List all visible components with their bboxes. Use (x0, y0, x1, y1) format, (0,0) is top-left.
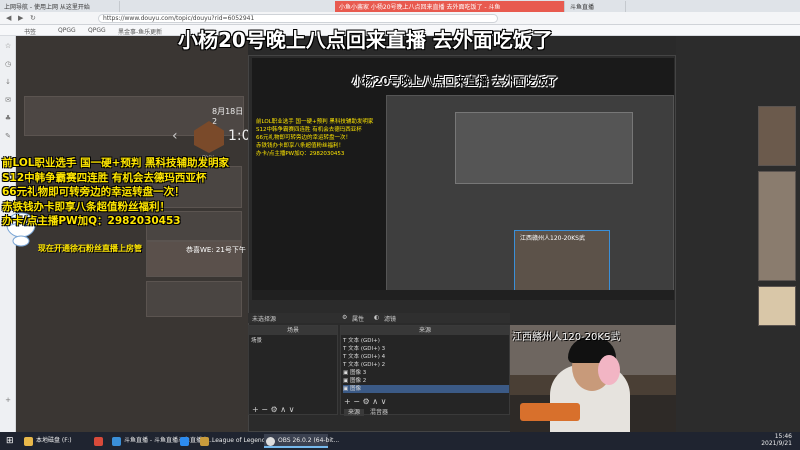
anchor-card[interactable] (146, 281, 242, 317)
tab-douyu[interactable]: 斗鱼直播 (566, 1, 626, 12)
source-label: 文本 (GDI+) 4 (348, 354, 386, 360)
source-label: 图像 3 (349, 370, 367, 376)
app-icon (94, 437, 103, 446)
taskbar-item-explorer[interactable]: 本地磁盘 (F:) (22, 434, 82, 448)
webcam-label: 江西赣州人120-20KS武 (512, 332, 621, 343)
taskbar-item-lol[interactable]: League of Legends (198, 434, 269, 448)
tab-douyu-stream[interactable]: 小鱼小酱家 小杨20号晚上八点回来直播 去外面吃饭了 - 斗鱼 (335, 1, 565, 12)
stream-title-overlay: 小杨20号晚上八点回来直播 去外面吃饭了 (178, 28, 553, 52)
bookmark-item[interactable]: 书签 (24, 27, 36, 36)
source-label: 图像 2 (349, 378, 367, 384)
taskbar-label: League of Legends (212, 437, 269, 444)
promo-line: 66元礼物即可转旁边的幸运转盘一次！ (2, 186, 185, 198)
image-icon: ▣ (343, 370, 350, 376)
taskbar-item-app[interactable] (92, 434, 108, 448)
browser-icon (112, 437, 121, 446)
source-tools[interactable]: + − ⚙ ∧ ∨ (344, 398, 386, 406)
prev-arrow-icon[interactable]: ‹ (172, 128, 178, 144)
clock[interactable]: 15:46 2021/9/21 (761, 433, 792, 447)
sources-header: 来源 (341, 326, 509, 335)
no-source-label: 未选择源 (252, 316, 277, 323)
headphones-icon (598, 355, 620, 385)
add-icon[interactable]: + (4, 396, 12, 404)
folder-icon (24, 437, 33, 446)
keyboard-icon (520, 403, 580, 421)
source-item-selected[interactable]: ▣ 图像 (343, 385, 509, 393)
forward-icon[interactable]: ▶ (18, 14, 23, 22)
source-item[interactable]: T 文本 (GDI+) (343, 337, 380, 345)
source-item[interactable]: ▣ 图像 3 (343, 369, 366, 377)
windows-start-icon[interactable]: ⊞ (6, 436, 14, 446)
douyu-left-panel: 8月18日 2 DYX ‹ 1:0 恭喜WE: 21号下午 (16, 36, 251, 432)
sources-panel: 来源 T 文本 (GDI+) T 文本 (GDI+) 3 T 文本 (GDI+)… (340, 325, 510, 415)
nested-inner-screen (455, 112, 633, 184)
source-item[interactable]: T 文本 (GDI+) 4 (343, 353, 385, 361)
source-label: 图像 (349, 386, 361, 392)
clock-time: 15:46 (774, 433, 792, 440)
nested-title: 小杨20号晚上八点回来直播 去外面吃饭了 (352, 75, 559, 88)
scenes-panel: 场景 场景 + − ⚙ ∧ ∨ (248, 325, 338, 415)
promo-small-text: 现在开通徐石粉丝直播上房管 (38, 244, 142, 253)
taskbar-item-browser[interactable]: 斗鱼直播 - 斗鱼直播斗鱼直播中... (110, 434, 214, 448)
source-label: 文本 (GDI+) 2 (348, 362, 386, 368)
windows-taskbar: ⊞ 本地磁盘 (F:) 斗鱼直播 - 斗鱼直播斗鱼直播中... League o… (0, 432, 800, 450)
source-item[interactable]: T 文本 (GDI+) 3 (343, 345, 385, 353)
back-icon[interactable]: ◀ (6, 14, 11, 22)
history-icon[interactable]: ◷ (4, 60, 12, 68)
promo-line: S12中韩争霸赛四连胜 有机会去德玛西亚杯 (2, 171, 207, 184)
nested-webcam-label: 江西赣州人120-20KS武 (520, 235, 585, 242)
gear-icon[interactable]: ⚙ (342, 314, 347, 321)
taskbar-item-obs[interactable]: OBS 26.0.2 (64-bit... (264, 434, 339, 448)
url-input[interactable]: https://www.douyu.com/topic/douyu?rid=60… (98, 14, 498, 23)
refresh-icon[interactable]: ↻ (30, 14, 36, 22)
clock-date: 2021/9/21 (761, 440, 792, 447)
scene-tools[interactable]: + − ⚙ ∧ ∨ (252, 406, 294, 414)
date-label: 8月18日 2 (212, 107, 244, 126)
dock-tabs: 来源 混音器 (344, 407, 392, 416)
taskbar-label: OBS 26.0.2 (64-bit... (278, 437, 340, 444)
avatar-list[interactable] (758, 171, 796, 281)
douyu-right-panel (676, 36, 800, 432)
scene-item[interactable]: 场景 (251, 337, 262, 345)
bookmark-item[interactable]: 黑金事-鱼乐更新 (118, 27, 162, 36)
star-icon[interactable]: ☆ (4, 42, 12, 50)
image-icon: ▣ (343, 386, 350, 392)
taskbar-item-app[interactable] (178, 434, 194, 448)
filters-button[interactable]: 滤镜 (384, 314, 396, 323)
lol-icon (200, 437, 209, 446)
nested-taskbar (252, 290, 674, 300)
source-label: 文本 (GDI+) 3 (348, 346, 386, 352)
note-icon[interactable]: ✎ (4, 132, 12, 140)
tab-sources[interactable]: 来源 (344, 409, 365, 416)
source-item[interactable]: ▣ 图像 2 (343, 377, 366, 385)
properties-button[interactable]: 属性 (352, 314, 364, 323)
ad-card[interactable] (758, 286, 796, 326)
nested-overlay-lines: 前LOL职业选手 国一硬+预判 黑科技辅助发明家 S12中韩争霸赛四连胜 有机会… (256, 119, 374, 157)
filter-icon[interactable]: ◐ (374, 314, 379, 321)
tab-mixer[interactable]: 混音器 (366, 409, 392, 416)
promo-line: 办卡/点主播PW加Q：2982030453 (2, 215, 181, 227)
game-icon[interactable]: ♣ (4, 114, 12, 122)
twitter-icon (180, 437, 189, 446)
source-label: 文本 (GDI+) (348, 338, 380, 344)
taskbar-label: 本地磁盘 (F:) (36, 437, 72, 444)
source-item[interactable]: T 文本 (GDI+) 2 (343, 361, 385, 369)
promo-text-block: 前LOL职业选手 国一硬+预判 黑科技辅助发明家 S12中韩争霸赛四连胜 有机会… (2, 156, 229, 229)
bookmark-item[interactable]: QPGG (58, 27, 76, 34)
obs-source-toolbar: 未选择源 ⚙ 属性 ◐ 滤镜 (248, 313, 510, 323)
promo-line: 赤铁钱办卡即享八条超值粉丝福利！ (2, 200, 170, 213)
promo-line: 前LOL职业选手 国一硬+预判 黑科技辅助发明家 (2, 157, 230, 169)
scenes-header: 场景 (249, 326, 337, 335)
tab-navigation[interactable]: 上网导航 - 使用上网 从这里开始 (0, 1, 120, 12)
bookmark-item[interactable]: QPGG (88, 27, 106, 34)
download-icon[interactable]: ↓ (4, 78, 12, 86)
ad-card[interactable] (758, 106, 796, 166)
browser-tab-strip: 上网导航 - 使用上网 从这里开始 小鱼小酱家 小杨20号晚上八点回来直播 去外… (0, 0, 800, 12)
news-card-title: 恭喜WE: 21号下午 (186, 246, 246, 254)
obs-icon (266, 437, 275, 446)
image-icon: ▣ (343, 378, 350, 384)
mail-icon[interactable]: ✉ (4, 96, 12, 104)
